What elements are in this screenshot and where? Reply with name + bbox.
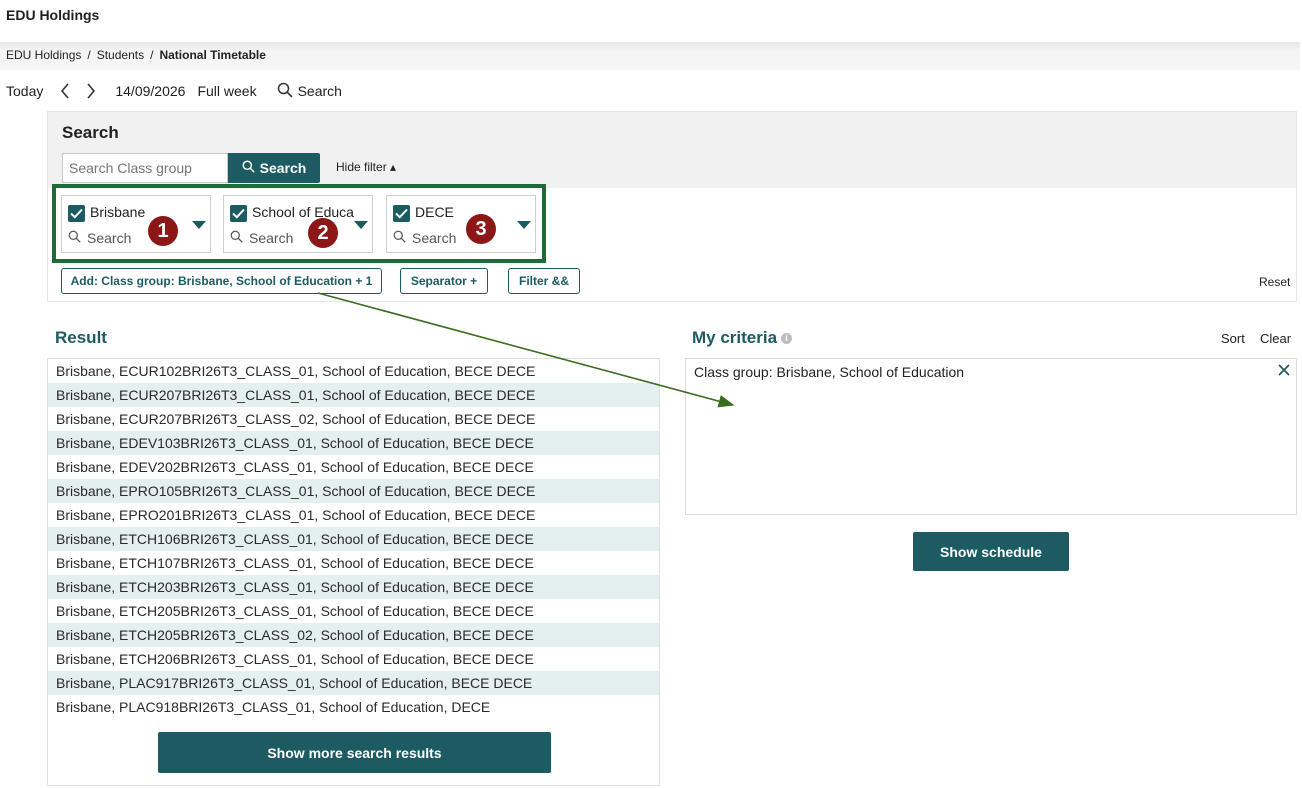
- annotation-badge: 1: [148, 216, 178, 246]
- search-icon: [277, 82, 298, 101]
- filter-search[interactable]: Search: [230, 230, 293, 246]
- current-date[interactable]: 14/09/2026: [115, 83, 185, 99]
- result-row[interactable]: Brisbane, ETCH107BRI26T3_CLASS_01, Schoo…: [48, 551, 659, 575]
- breadcrumb-item-students[interactable]: Students: [97, 48, 144, 62]
- breadcrumb-item-home[interactable]: EDU Holdings: [6, 48, 81, 62]
- date-toolbar: Today 14/09/2026 Full week Search: [6, 81, 342, 101]
- result-row[interactable]: Brisbane, EPRO201BRI26T3_CLASS_01, Schoo…: [48, 503, 659, 527]
- separator-chip[interactable]: Separator +: [400, 268, 488, 294]
- search-icon: [230, 230, 249, 246]
- result-row[interactable]: Brisbane, ETCH106BRI26T3_CLASS_01, Schoo…: [48, 527, 659, 551]
- search-icon: [242, 160, 260, 176]
- info-icon[interactable]: i: [781, 332, 793, 344]
- add-class-group-chip[interactable]: Add: Class group: Brisbane, School of Ed…: [61, 268, 382, 294]
- search-button-label: Search: [259, 160, 307, 176]
- search-icon: [68, 230, 87, 246]
- caret-down-icon[interactable]: [517, 221, 531, 229]
- filter-label: DECE: [415, 204, 454, 220]
- breadcrumb-separator: /: [150, 48, 154, 62]
- chevron-left-icon[interactable]: [55, 81, 75, 101]
- search-heading: Search: [62, 123, 119, 142]
- result-row[interactable]: Brisbane, ETCH206BRI26T3_CLASS_01, Schoo…: [48, 647, 659, 671]
- checkbox-checked-icon[interactable]: [393, 205, 410, 222]
- result-list: Brisbane, ECUR102BRI26T3_CLASS_01, Schoo…: [47, 358, 660, 786]
- range-selector[interactable]: Full week: [197, 83, 256, 99]
- show-more-results-button[interactable]: Show more search results: [158, 732, 551, 773]
- breadcrumb: EDU Holdings / Students / National Timetable: [6, 48, 266, 62]
- result-row[interactable]: Brisbane, ETCH205BRI26T3_CLASS_01, Schoo…: [48, 599, 659, 623]
- hide-filter-toggle[interactable]: Hide filter ▴: [336, 160, 396, 174]
- search-icon: [393, 230, 412, 246]
- result-row[interactable]: Brisbane, ETCH205BRI26T3_CLASS_02, Schoo…: [48, 623, 659, 647]
- criteria-list: Class group: Brisbane, School of Educati…: [685, 358, 1297, 515]
- toolbar-search-label: Search: [297, 83, 342, 99]
- reset-link[interactable]: Reset: [1259, 275, 1290, 289]
- filter-search[interactable]: Search: [68, 230, 131, 246]
- checkbox-checked-icon[interactable]: [68, 205, 85, 222]
- filter-search[interactable]: Search: [393, 230, 456, 246]
- criteria-item: Class group: Brisbane, School of Educati…: [694, 364, 965, 380]
- annotation-badge: 3: [466, 214, 496, 244]
- result-row[interactable]: Brisbane, PLAC918BRI26T3_CLASS_01, Schoo…: [48, 695, 659, 719]
- caret-down-icon[interactable]: [354, 221, 368, 229]
- clear-link[interactable]: Clear: [1260, 331, 1291, 346]
- filter-label: School of Educa: [252, 204, 354, 220]
- search-button[interactable]: Search: [228, 153, 320, 183]
- today-button[interactable]: Today: [6, 83, 43, 99]
- result-row[interactable]: Brisbane, EDEV103BRI26T3_CLASS_01, Schoo…: [48, 431, 659, 455]
- result-heading: Result: [55, 328, 107, 347]
- show-schedule-button[interactable]: Show schedule: [913, 532, 1069, 571]
- filter-school[interactable]: School of Educa Search: [223, 195, 373, 253]
- result-row[interactable]: Brisbane, ETCH203BRI26T3_CLASS_01, Schoo…: [48, 575, 659, 599]
- chevron-right-icon[interactable]: [81, 81, 101, 101]
- result-row[interactable]: Brisbane, ECUR102BRI26T3_CLASS_01, Schoo…: [48, 359, 659, 383]
- sort-link[interactable]: Sort: [1221, 331, 1245, 346]
- toolbar-search-button[interactable]: Search: [277, 82, 342, 101]
- app-title: EDU Holdings: [6, 7, 100, 23]
- filter-and-chip[interactable]: Filter &&: [508, 268, 580, 294]
- result-row[interactable]: Brisbane, EPRO105BRI26T3_CLASS_01, Schoo…: [48, 479, 659, 503]
- criteria-heading: My criteria i: [692, 328, 793, 348]
- breadcrumb-separator: /: [87, 48, 91, 62]
- filter-label: Brisbane: [90, 204, 146, 220]
- result-row[interactable]: Brisbane, PLAC917BRI26T3_CLASS_01, Schoo…: [48, 671, 659, 695]
- result-row[interactable]: Brisbane, ECUR207BRI26T3_CLASS_02, Schoo…: [48, 407, 659, 431]
- annotation-badge: 2: [308, 218, 338, 248]
- result-row[interactable]: Brisbane, ECUR207BRI26T3_CLASS_01, Schoo…: [48, 383, 659, 407]
- filter-program[interactable]: DECE Search: [386, 195, 536, 253]
- checkbox-checked-icon[interactable]: [230, 205, 247, 222]
- filter-campus[interactable]: Brisbane Search: [61, 195, 211, 253]
- filter-search-placeholder: Search: [412, 230, 457, 246]
- caret-down-icon[interactable]: [192, 221, 206, 229]
- filter-search-placeholder: Search: [87, 230, 132, 246]
- close-icon[interactable]: [1278, 363, 1290, 379]
- breadcrumb-current: National Timetable: [159, 48, 266, 62]
- result-row[interactable]: Brisbane, EDEV202BRI26T3_CLASS_01, Schoo…: [48, 455, 659, 479]
- criteria-title-text: My criteria: [692, 328, 778, 347]
- filter-search-placeholder: Search: [249, 230, 294, 246]
- class-group-search-input[interactable]: [62, 153, 228, 183]
